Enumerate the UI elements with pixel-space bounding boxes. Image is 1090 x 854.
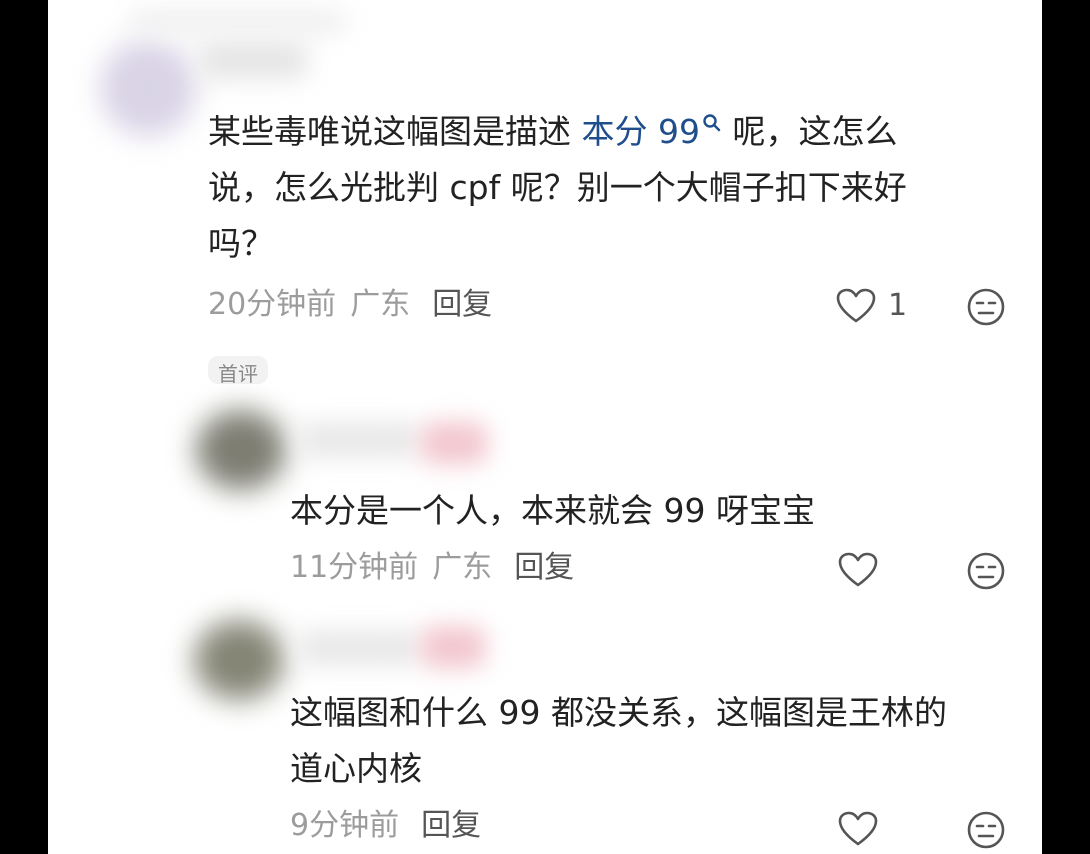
badge-redacted [420, 422, 488, 464]
reply-text: 本分是一个人，本来就会 99 呀宝宝 [290, 491, 815, 530]
avatar[interactable] [100, 40, 196, 136]
comment-meta: 20分钟前 广东 回复 [208, 285, 492, 325]
comment-text-suffix: 呢，这怎么 [732, 112, 898, 151]
search-icon[interactable] [702, 113, 722, 133]
username-redacted [128, 10, 348, 34]
username-redacted[interactable] [298, 630, 418, 666]
avatar[interactable] [194, 620, 284, 700]
username-redacted[interactable] [198, 40, 308, 80]
comment-text-line: 吗？ [208, 224, 274, 263]
first-comment-tag: 首评 [208, 356, 268, 384]
reply-meta: 11分钟前 广东 回复 [290, 548, 574, 588]
dislike-face-icon[interactable] [966, 810, 1006, 850]
reply-time: 9分钟前 [290, 808, 400, 843]
comment-panel: 某些毒唯说这幅图是描述 本分 99 呢，这怎么 说，怎么光批判 cpf 呢？别一… [48, 0, 1042, 854]
comment-location: 广东 [350, 287, 411, 322]
reply-time: 11分钟前 [290, 550, 419, 585]
badge-redacted [420, 626, 486, 668]
search-link[interactable]: 本分 99 [582, 112, 722, 151]
comment-text-line: 说，怎么光批判 cpf 呢？别一个大帽子扣下来好 [208, 168, 907, 207]
reply-button[interactable]: 回复 [432, 287, 492, 322]
comment-text-prefix: 某些毒唯说这幅图是描述 [208, 112, 571, 151]
heart-icon[interactable] [836, 288, 876, 324]
reply-location: 广东 [432, 550, 493, 585]
reply-button[interactable]: 回复 [421, 808, 481, 843]
reply-text-line: 道心内核 [290, 749, 422, 788]
search-link-label[interactable]: 本分 99 [582, 112, 700, 151]
like-count: 1 [888, 288, 908, 323]
comment-time: 20分钟前 [208, 287, 337, 322]
dislike-face-icon[interactable] [966, 287, 1006, 327]
username-redacted[interactable] [298, 422, 418, 458]
reply-text-line: 这幅图和什么 99 都没关系，这幅图是王林的 [290, 693, 947, 732]
reply-button[interactable]: 回复 [514, 550, 574, 585]
avatar[interactable] [196, 410, 286, 490]
reply-meta: 9分钟前 回复 [290, 806, 481, 846]
comment-text: 某些毒唯说这幅图是描述 本分 99 呢，这怎么 [208, 101, 897, 163]
heart-icon[interactable] [838, 811, 878, 847]
heart-icon[interactable] [838, 552, 878, 588]
dislike-face-icon[interactable] [966, 551, 1006, 591]
